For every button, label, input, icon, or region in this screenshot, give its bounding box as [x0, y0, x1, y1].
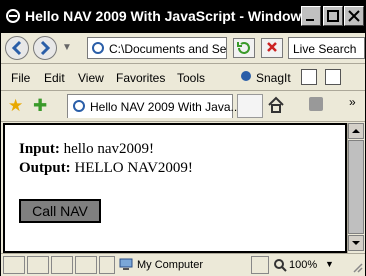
scroll-down-icon	[352, 241, 360, 245]
home-icon[interactable]	[267, 96, 285, 114]
status-pane	[99, 256, 115, 274]
title-bar[interactable]: Hello NAV 2009 With JavaScript - Windows…	[1, 1, 365, 33]
menu-favorites[interactable]: Favorites	[116, 71, 165, 85]
scroll-up-button[interactable]	[348, 123, 364, 139]
menu-bar: File Edit View Favorites Tools SnagIt	[1, 64, 365, 91]
status-pane	[3, 256, 25, 274]
maximize-icon	[327, 10, 339, 22]
menu-file[interactable]: File	[11, 71, 30, 85]
feeds-icon[interactable]	[309, 97, 323, 111]
zoom-level[interactable]: 100%	[289, 259, 317, 271]
status-bar: My Computer 100% ▼	[1, 253, 365, 276]
computer-icon	[119, 258, 133, 270]
search-field[interactable]: Live Search	[288, 37, 365, 59]
close-icon	[348, 10, 360, 22]
minimize-button[interactable]	[301, 6, 321, 26]
resize-grip-icon[interactable]	[351, 261, 363, 273]
address-bar-row: ▼ C:\Documents and Se Live Search	[1, 33, 365, 64]
status-pane	[51, 256, 73, 274]
recent-pages-dropdown-icon[interactable]: ▼	[62, 42, 72, 53]
input-value: hello nav2009!	[59, 141, 155, 157]
ie-page-icon	[92, 42, 104, 54]
minimize-icon	[306, 19, 314, 21]
search-placeholder: Live Search	[293, 42, 357, 56]
scroll-thumb[interactable]	[348, 140, 364, 234]
menu-snagit[interactable]: SnagIt	[256, 71, 291, 85]
back-button[interactable]	[5, 36, 29, 60]
output-value: HELLO NAV2009!	[70, 160, 193, 176]
vertical-scrollbar[interactable]	[347, 123, 365, 253]
page-content: Input: hello nav2009! Output: HELLO NAV2…	[3, 123, 347, 253]
stop-button[interactable]	[261, 38, 283, 58]
maximize-button[interactable]	[323, 6, 343, 26]
snagit-window-icon[interactable]	[301, 69, 317, 85]
menu-view[interactable]: View	[78, 71, 104, 85]
browser-window: Hello NAV 2009 With JavaScript - Windows…	[0, 0, 366, 276]
favorites-star-icon[interactable]: ★	[8, 97, 23, 114]
input-line: Input: hello nav2009!	[19, 141, 154, 158]
ie-icon	[6, 9, 20, 23]
menu-tools[interactable]: Tools	[177, 71, 205, 85]
new-tab-button[interactable]	[237, 94, 263, 118]
forward-button[interactable]	[33, 36, 57, 60]
scroll-down-button[interactable]	[348, 235, 364, 251]
close-button[interactable]	[344, 6, 364, 26]
input-label: Input:	[19, 141, 60, 157]
status-pane	[27, 256, 49, 274]
snagit-edit-icon[interactable]	[325, 69, 341, 85]
address-field[interactable]: C:\Documents and Se	[87, 37, 227, 59]
add-favorite-icon[interactable]: ✚	[33, 97, 47, 114]
stop-icon	[267, 42, 277, 52]
security-zone: My Computer	[137, 259, 204, 271]
menu-edit[interactable]: Edit	[44, 71, 65, 85]
status-pane	[251, 256, 269, 274]
address-value: C:\Documents and Se	[109, 42, 227, 56]
refresh-icon	[237, 42, 250, 54]
output-line: Output: HELLO NAV2009!	[19, 160, 193, 177]
refresh-button[interactable]	[233, 38, 255, 58]
snagit-icon	[241, 71, 251, 81]
scroll-up-icon	[352, 129, 360, 133]
back-arrow-icon	[11, 40, 22, 56]
zoom-dropdown-icon[interactable]: ▼	[325, 259, 334, 269]
output-label: Output:	[19, 160, 71, 176]
call-nav-button[interactable]: Call NAV	[19, 199, 101, 223]
zoom-icon	[274, 259, 287, 272]
tab-active[interactable]: Hello NAV 2009 With Java...	[67, 94, 241, 118]
window-title: Hello NAV 2009 With JavaScript - Windows…	[25, 8, 321, 24]
ie-page-icon	[73, 100, 85, 112]
status-pane	[75, 256, 97, 274]
tab-bar: ★ ✚ Hello NAV 2009 With Java... »	[1, 91, 365, 122]
forward-arrow-icon	[40, 40, 51, 56]
tab-label: Hello NAV 2009 With Java...	[90, 100, 241, 114]
more-tools-icon[interactable]: »	[349, 95, 356, 109]
